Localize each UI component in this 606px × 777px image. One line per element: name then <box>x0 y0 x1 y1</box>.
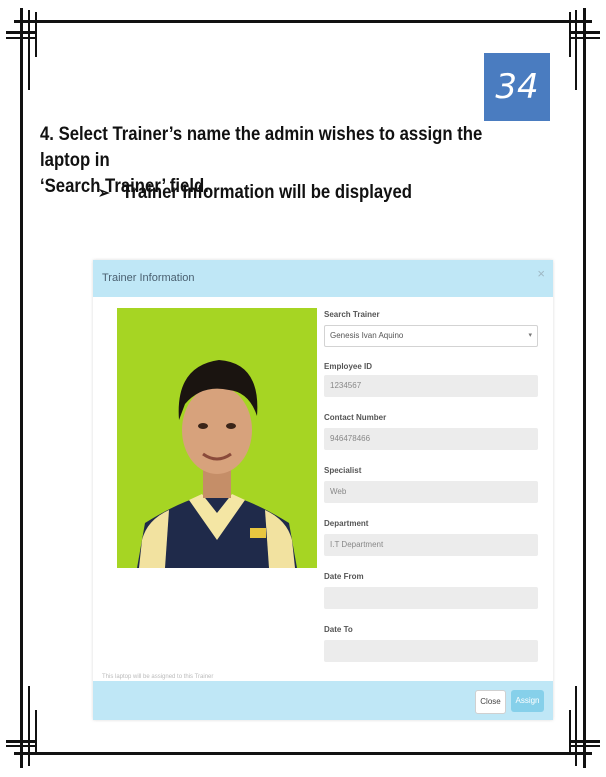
close-button[interactable]: Close <box>475 690 506 714</box>
trainer-photo <box>117 308 317 568</box>
date-from-field[interactable] <box>324 587 538 609</box>
modal-header: Trainer Information × <box>93 260 553 297</box>
bullet-text: Trainer Information will be displayed <box>122 182 412 203</box>
assignment-note: This laptop will be assigned to this Tra… <box>102 674 214 680</box>
contact-number-label: Contact Number <box>324 413 387 422</box>
page-number: 34 <box>495 67 539 107</box>
assign-button[interactable]: Assign <box>511 690 544 712</box>
search-trainer-select[interactable]: Genesis Ivan Aquino ▾ <box>324 325 538 347</box>
date-from-label: Date From <box>324 572 364 581</box>
date-to-label: Date To <box>324 625 353 634</box>
trainer-information-modal: Trainer Information × Search Trainer Gen… <box>93 260 553 720</box>
search-trainer-value: Genesis Ivan Aquino <box>330 331 404 340</box>
search-trainer-label: Search Trainer <box>324 310 380 319</box>
arrow-bullet-icon: ➢ <box>98 185 110 202</box>
date-to-field[interactable] <box>324 640 538 662</box>
modal-footer: Close Assign <box>93 681 553 720</box>
employee-id-field[interactable]: 1234567 <box>324 375 538 397</box>
page-number-badge: 34 <box>484 53 550 121</box>
caret-down-icon: ▾ <box>528 332 532 339</box>
employee-id-label: Employee ID <box>324 362 373 371</box>
department-label: Department <box>324 519 369 528</box>
contact-number-field[interactable]: 946478466 <box>324 428 538 450</box>
step-line-1: 4. Select Trainer’s name the admin wishe… <box>40 124 483 171</box>
department-field[interactable]: I.T Department <box>324 534 538 556</box>
modal-title: Trainer Information <box>102 272 195 284</box>
bullet-point: ➢ Trainer Information will be displayed <box>98 182 412 204</box>
close-icon[interactable]: × <box>537 266 545 281</box>
specialist-field[interactable]: Web <box>324 481 538 503</box>
specialist-label: Specialist <box>324 466 362 475</box>
